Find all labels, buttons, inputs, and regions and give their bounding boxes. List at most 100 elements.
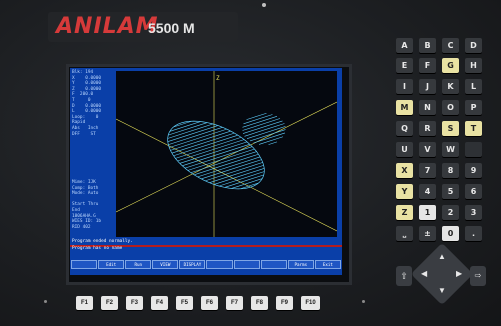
softkey-bar: Edit Run VIEW DISPLAY Parms Exit bbox=[70, 260, 342, 270]
softkey-3[interactable]: Run bbox=[125, 260, 152, 269]
key-1[interactable]: 1 bbox=[419, 205, 436, 220]
key-k[interactable]: K bbox=[442, 79, 459, 94]
key-d[interactable]: D bbox=[465, 38, 482, 53]
message-line-2: Program has no name bbox=[72, 246, 123, 251]
indicator-dot bbox=[262, 3, 266, 7]
model-label: 5500 M bbox=[148, 20, 195, 36]
key-r[interactable]: R bbox=[419, 121, 436, 136]
toolpath-hatch-line bbox=[171, 132, 235, 154]
softkey-5[interactable]: DISPLAY bbox=[179, 260, 206, 269]
key-j[interactable]: J bbox=[419, 79, 436, 94]
key-o[interactable]: O bbox=[442, 100, 459, 115]
key-g[interactable]: G bbox=[442, 58, 459, 73]
key-b[interactable]: B bbox=[419, 38, 436, 53]
key-z[interactable]: Z bbox=[396, 205, 413, 220]
softkey-1[interactable] bbox=[71, 260, 98, 269]
program-info: Mime: IJK Comp: Both Mode: Auto Start Thru E… bbox=[72, 180, 116, 230]
function-key-row: F1 F2 F3 F4 F5 F6 F7 F8 F9 F10 bbox=[76, 296, 320, 310]
shift-up-key[interactable]: ⇧ bbox=[396, 266, 412, 286]
function-key-f6[interactable]: F6 bbox=[201, 296, 218, 310]
screw bbox=[362, 300, 365, 303]
x-axis-line bbox=[116, 101, 337, 213]
key-c[interactable]: C bbox=[442, 38, 459, 53]
toolpath-hatch-line bbox=[242, 115, 278, 128]
toolpath-hatch-line bbox=[249, 129, 286, 142]
toolpath-hatch-line bbox=[170, 130, 231, 151]
key-9[interactable]: 9 bbox=[465, 163, 482, 178]
toolpath-hatch-line bbox=[244, 123, 285, 137]
key-a[interactable]: A bbox=[396, 38, 413, 53]
key-4[interactable]: 4 bbox=[419, 184, 436, 199]
key-symbol[interactable]: . bbox=[465, 226, 482, 241]
key-h[interactable]: H bbox=[465, 58, 482, 73]
key-l[interactable]: L bbox=[465, 79, 482, 94]
key-e[interactable]: E bbox=[396, 58, 413, 73]
brand-logo: ANILAM bbox=[56, 14, 159, 39]
function-key-f1[interactable]: F1 bbox=[76, 296, 93, 310]
key-2[interactable]: 2 bbox=[442, 205, 459, 220]
toolpath-hatch-line bbox=[242, 118, 281, 131]
key-y[interactable]: Y bbox=[396, 184, 413, 199]
arrow-right-icon[interactable]: ▶ bbox=[456, 269, 462, 278]
key-t[interactable]: T bbox=[465, 121, 482, 136]
function-key-f5[interactable]: F5 bbox=[176, 296, 193, 310]
arrow-left-icon[interactable]: ◀ bbox=[421, 269, 427, 278]
key-q[interactable]: Q bbox=[396, 121, 413, 136]
function-key-f4[interactable]: F4 bbox=[151, 296, 168, 310]
softkey-10[interactable]: Exit bbox=[314, 260, 341, 269]
key-x[interactable]: X bbox=[396, 163, 413, 178]
keypad-row: UVW bbox=[396, 142, 482, 157]
keypad-row: IJKL bbox=[396, 79, 482, 94]
key-m[interactable]: M bbox=[396, 100, 413, 115]
arrow-down-icon[interactable]: ▼ bbox=[438, 286, 446, 295]
key-symbol[interactable]: ⎵ bbox=[396, 226, 413, 241]
position-readout: Blk: 194 X 0.0000 Y 0.0000 Z 0.0000 F 200.0 T… bbox=[72, 70, 116, 137]
softkey-7[interactable] bbox=[233, 260, 260, 269]
function-key-f3[interactable]: F3 bbox=[126, 296, 143, 310]
toolpath-hatch-line bbox=[168, 122, 208, 136]
toolpath-hatch-line bbox=[240, 182, 259, 190]
key-s[interactable]: S bbox=[442, 121, 459, 136]
key-symbol[interactable]: ± bbox=[419, 226, 436, 241]
softkey-2[interactable]: Edit bbox=[98, 260, 125, 269]
key-3[interactable]: 3 bbox=[465, 205, 482, 220]
function-key-f8[interactable]: F8 bbox=[251, 296, 268, 310]
message-area: Program ended normally. Program has no n… bbox=[70, 239, 342, 252]
key-6[interactable]: 6 bbox=[465, 184, 482, 199]
toolpath-hatch-line bbox=[246, 112, 267, 120]
toolpath-hatch-line bbox=[184, 146, 253, 169]
softkey-8[interactable] bbox=[260, 260, 287, 269]
key-i[interactable]: I bbox=[396, 79, 413, 94]
key-u[interactable]: U bbox=[396, 142, 413, 157]
arrow-up-icon[interactable]: ▲ bbox=[438, 252, 446, 261]
keypad-row: ⎵ ±0. bbox=[396, 226, 482, 241]
function-key-f9[interactable]: F9 bbox=[276, 296, 293, 310]
toolpath-hatch-line bbox=[201, 159, 262, 180]
key-7[interactable]: 7 bbox=[419, 163, 436, 178]
toolpath-hatch-line bbox=[246, 126, 286, 139]
keypad-row: EFGH bbox=[396, 58, 482, 73]
key-symbol[interactable] bbox=[465, 142, 482, 157]
toolpath-hatch-line bbox=[168, 127, 223, 145]
key-5[interactable]: 5 bbox=[442, 184, 459, 199]
toolpath-hatch-line bbox=[258, 136, 284, 145]
toolpath-hatch-line bbox=[173, 135, 238, 156]
axis-lines bbox=[116, 71, 337, 237]
softkey-9[interactable]: Parms bbox=[287, 260, 314, 269]
key-n[interactable]: N bbox=[419, 100, 436, 115]
key-0[interactable]: 0 bbox=[442, 226, 459, 241]
z-axis-label: Z bbox=[216, 75, 220, 82]
key-v[interactable]: V bbox=[419, 142, 436, 157]
key-8[interactable]: 8 bbox=[442, 163, 459, 178]
key-f[interactable]: F bbox=[419, 58, 436, 73]
key-w[interactable]: W bbox=[442, 142, 459, 157]
toolpath-hatch-line bbox=[253, 132, 286, 144]
function-key-f2[interactable]: F2 bbox=[101, 296, 118, 310]
softkey-6[interactable] bbox=[206, 260, 233, 269]
function-key-f10[interactable]: F10 bbox=[301, 296, 320, 310]
key-p[interactable]: P bbox=[465, 100, 482, 115]
shift-right-key[interactable]: ⇨ bbox=[470, 266, 486, 286]
toolpath-hatch-line bbox=[179, 141, 248, 164]
function-key-f7[interactable]: F7 bbox=[226, 296, 243, 310]
softkey-4[interactable]: VIEW bbox=[152, 260, 179, 269]
